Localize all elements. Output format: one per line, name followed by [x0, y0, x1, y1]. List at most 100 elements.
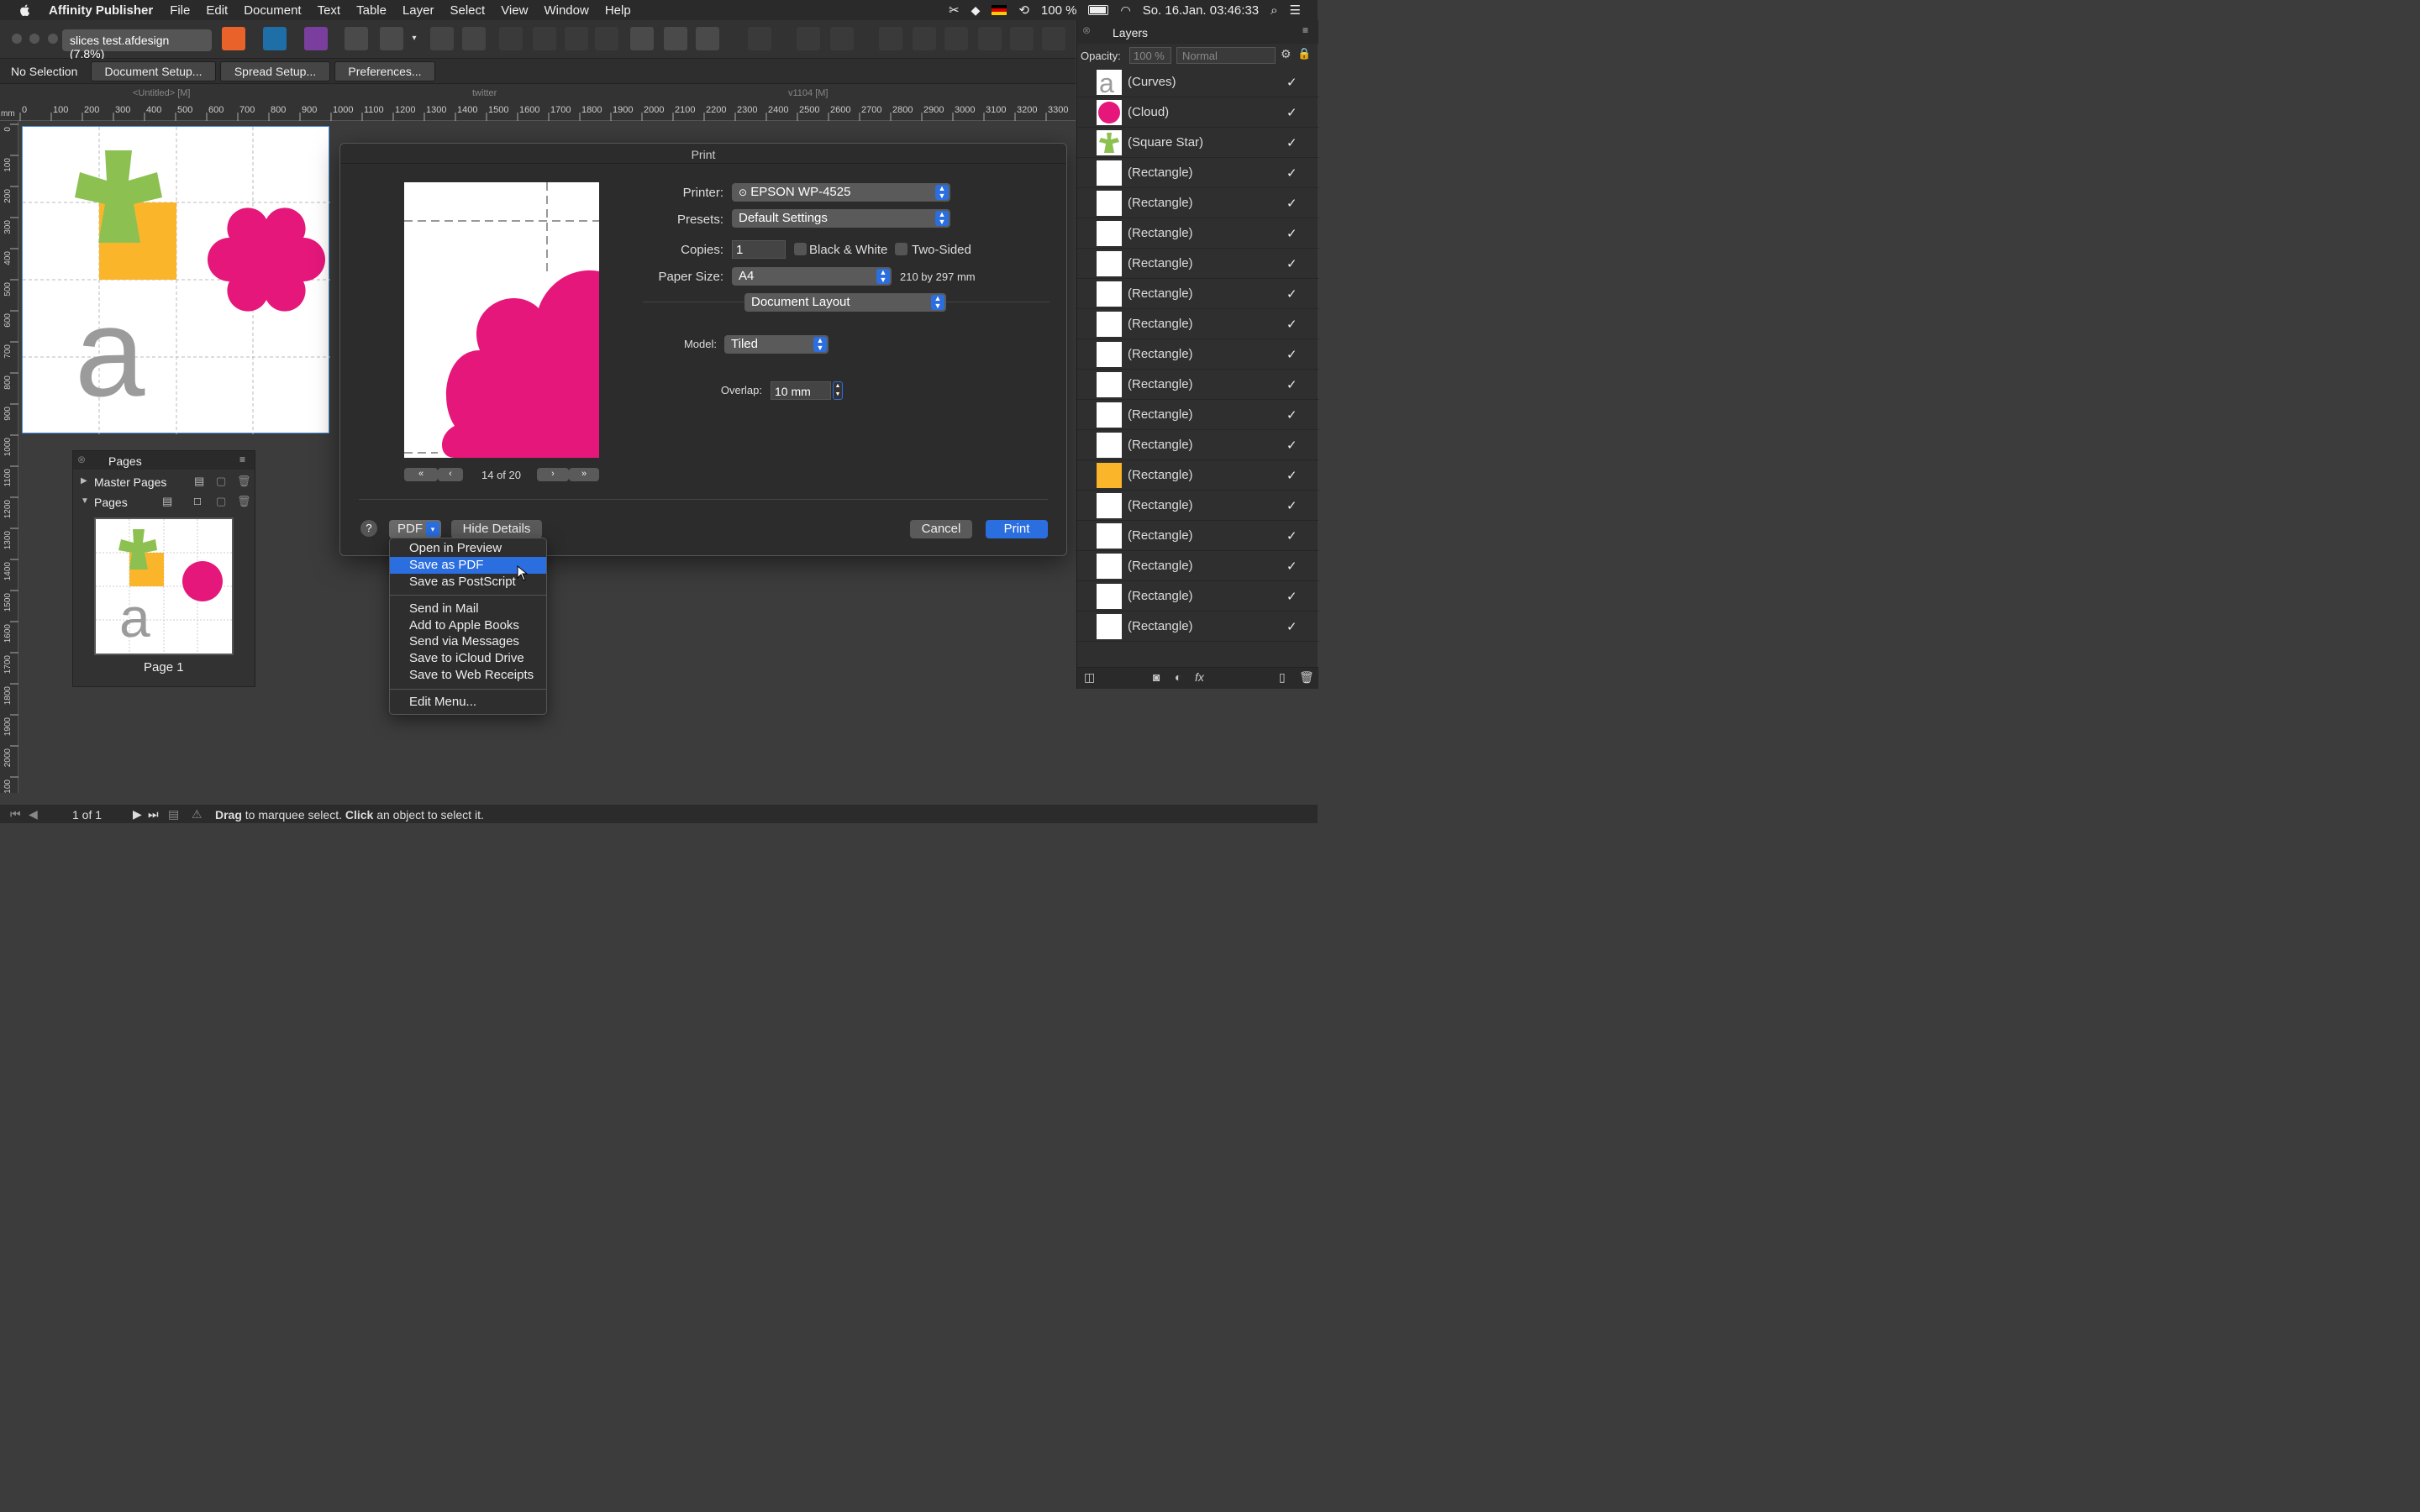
layer-visibility-checkbox[interactable]: ✓: [1286, 135, 1297, 150]
layer-visibility-checkbox[interactable]: ✓: [1286, 347, 1297, 362]
close-panel-icon[interactable]: ⊗: [77, 454, 86, 465]
datetime[interactable]: So. 16.Jan. 03:46:33: [1143, 3, 1259, 18]
arrange-icon[interactable]: [499, 27, 523, 50]
paper-size-select[interactable]: A4 ▲ ▼: [732, 267, 892, 286]
menu-send-via-messages[interactable]: Send via Messages: [390, 633, 546, 650]
menu-table[interactable]: Table: [356, 3, 387, 18]
layer-row[interactable]: (Rectangle) ✓: [1077, 188, 1318, 218]
layer-visibility-checkbox[interactable]: ✓: [1286, 286, 1297, 302]
menu-help[interactable]: Help: [605, 3, 631, 18]
prev-page-button[interactable]: ‹: [438, 468, 463, 481]
zoom-window-button[interactable]: [48, 34, 58, 44]
disclosure-pages-icon[interactable]: ▼: [81, 496, 89, 506]
layer-row[interactable]: (Rectangle) ✓: [1077, 430, 1318, 460]
tab-twitter[interactable]: twitter: [472, 88, 497, 98]
panel-menu-icon[interactable]: ≡: [239, 454, 245, 465]
close-panel-icon[interactable]: ⊗: [1082, 24, 1091, 36]
layer-visibility-checkbox[interactable]: ✓: [1286, 498, 1297, 513]
pink-cloud[interactable]: [208, 207, 325, 312]
layer-visibility-checkbox[interactable]: ✓: [1286, 619, 1297, 634]
panel-menu-icon[interactable]: ≡: [1302, 24, 1308, 36]
layer-row[interactable]: (Rectangle) ✓: [1077, 279, 1318, 309]
document-title[interactable]: slices test.afdesign (7.8%): [62, 29, 212, 60]
menu-document[interactable]: Document: [244, 3, 301, 18]
menu-save-to-icloud-drive[interactable]: Save to iCloud Drive: [390, 650, 546, 667]
prev-spread-icon[interactable]: ◀: [29, 807, 38, 822]
print-button[interactable]: Print: [986, 520, 1048, 538]
affinity-icon[interactable]: ◆: [971, 3, 981, 18]
layer-row[interactable]: (Rectangle) ✓: [1077, 521, 1318, 551]
layer-row[interactable]: (Rectangle) ✓: [1077, 339, 1318, 370]
menu-select[interactable]: Select: [450, 3, 486, 18]
arrange-back-icon[interactable]: [533, 27, 556, 50]
next-spread-icon[interactable]: ▶: [133, 807, 142, 822]
two-sided-checkbox[interactable]: [895, 243, 908, 255]
overlap-stepper[interactable]: ▲ ▼: [833, 381, 843, 400]
publisher-persona-icon[interactable]: [222, 27, 245, 50]
preflight-icon[interactable]: [430, 27, 454, 50]
layer-row[interactable]: (Rectangle) ✓: [1077, 460, 1318, 491]
disclosure-master-pages-icon[interactable]: ▶: [81, 476, 87, 486]
flag-de-icon[interactable]: [992, 5, 1007, 15]
menu-window[interactable]: Window: [544, 3, 588, 18]
add-layer-icon[interactable]: ▯: [1279, 670, 1286, 685]
boolean-add-icon[interactable]: [630, 27, 654, 50]
hide-details-button[interactable]: Hide Details: [451, 520, 542, 538]
cancel-button[interactable]: Cancel: [910, 520, 972, 538]
menu-file[interactable]: File: [170, 3, 190, 18]
menu-edit-menu[interactable]: Edit Menu...: [390, 694, 546, 711]
align-bottom-icon[interactable]: [1042, 27, 1065, 50]
align-middle-icon[interactable]: [1010, 27, 1034, 50]
page-delete-icon[interactable]: 🗑: [237, 495, 251, 508]
menu-view[interactable]: View: [501, 3, 528, 18]
menu-save-to-web-receipts[interactable]: Save to Web Receipts: [390, 667, 546, 684]
preferences-button[interactable]: Preferences...: [334, 61, 435, 81]
page-duplicate-icon[interactable]: ▢: [216, 495, 226, 508]
next-page-button[interactable]: ›: [537, 468, 569, 481]
arrange-forward-icon[interactable]: [565, 27, 588, 50]
layer-row[interactable]: (Rectangle) ✓: [1077, 249, 1318, 279]
gear-icon[interactable]: ⚙: [1281, 47, 1292, 61]
printer-select[interactable]: ⊙ EPSON WP-4525 ▲ ▼: [732, 183, 950, 202]
last-page-button[interactable]: »: [569, 468, 599, 481]
section-select[interactable]: Document Layout ▲ ▼: [744, 293, 946, 312]
layer-visibility-checkbox[interactable]: ✓: [1286, 196, 1297, 211]
page-thumbnail[interactable]: a: [94, 517, 234, 655]
layers-stack-icon[interactable]: ◫: [1084, 670, 1095, 685]
menu-open-in-preview[interactable]: Open in Preview: [390, 540, 546, 557]
spread-setup-button[interactable]: Spread Setup...: [220, 61, 330, 81]
layer-row[interactable]: (Rectangle) ✓: [1077, 400, 1318, 430]
layer-row[interactable]: (Rectangle) ✓: [1077, 491, 1318, 521]
opacity-field[interactable]: 100 %: [1129, 47, 1171, 64]
layers-panel-title[interactable]: Layers: [1113, 26, 1148, 39]
pdf-menu-button[interactable]: PDF ▾: [389, 520, 441, 538]
menu-edit[interactable]: Edit: [206, 3, 228, 18]
layer-row[interactable]: (Rectangle) ✓: [1077, 612, 1318, 642]
menu-text[interactable]: Text: [318, 3, 341, 18]
page-add-icon[interactable]: □: [194, 495, 201, 507]
page-insert-icon[interactable]: ▤: [162, 495, 172, 508]
layer-visibility-checkbox[interactable]: ✓: [1286, 407, 1297, 423]
apple-icon[interactable]: [18, 3, 32, 17]
layer-row[interactable]: a (Curves) ✓: [1077, 67, 1318, 98]
designer-persona-icon[interactable]: [263, 27, 287, 50]
view-mode-icon[interactable]: [345, 27, 368, 50]
layer-row[interactable]: (Rectangle) ✓: [1077, 309, 1318, 339]
mask-icon[interactable]: ◙: [1153, 670, 1160, 684]
assets-icon[interactable]: [462, 27, 486, 50]
align-icon[interactable]: [748, 27, 771, 50]
last-spread-icon[interactable]: ⏭: [148, 807, 159, 822]
battery-icon[interactable]: [1088, 5, 1109, 15]
layer-visibility-checkbox[interactable]: ✓: [1286, 528, 1297, 543]
flip-h-icon[interactable]: [797, 27, 820, 50]
layer-visibility-checkbox[interactable]: ✓: [1286, 75, 1297, 90]
delete-layer-icon[interactable]: 🗑: [1299, 670, 1314, 685]
layer-visibility-checkbox[interactable]: ✓: [1286, 105, 1297, 120]
vertical-ruler[interactable]: 0 100 200 300 400 500 600 700 800 900 1000 1100 1200…: [0, 121, 18, 798]
horizontal-ruler[interactable]: mm 0 100 200 300 400 500 600 700 800 900 1000 1100 12…: [0, 102, 1089, 121]
tab-untitled[interactable]: <Untitled> [M]: [133, 88, 190, 98]
layer-visibility-checkbox[interactable]: ✓: [1286, 256, 1297, 271]
canvas-letter[interactable]: a: [75, 281, 145, 423]
control-center-icon[interactable]: ☰: [1290, 3, 1301, 18]
layer-row[interactable]: (Rectangle) ✓: [1077, 370, 1318, 400]
